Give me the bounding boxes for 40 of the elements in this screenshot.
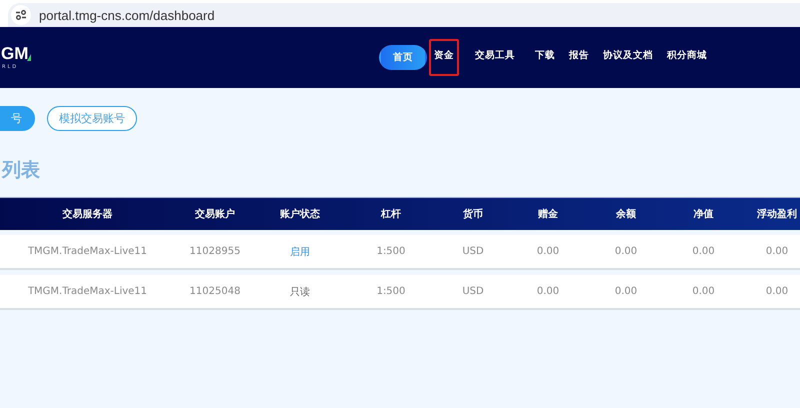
column-header: 货币 xyxy=(462,208,484,221)
table-cell-text: 0.00 xyxy=(614,246,638,257)
section-title: 列表 xyxy=(2,158,41,183)
column-header: 净值 xyxy=(692,208,714,221)
logo-text: GM xyxy=(1,44,28,64)
table-cell-text: 0.00 xyxy=(691,286,716,297)
logo-tick-icon xyxy=(26,54,31,60)
table-cell-text: 1:500 xyxy=(376,286,406,297)
nav-item[interactable]: 报告 xyxy=(564,38,594,76)
table-cell-text: USD xyxy=(461,246,485,257)
table-cell-text: 11025048 xyxy=(188,286,242,297)
table-cell-text: 0.00 xyxy=(764,246,790,257)
url-text: portal.tmg-cns.com/dashboard xyxy=(39,8,215,22)
table-cell-text: USD xyxy=(461,286,485,297)
nav-item[interactable]: 下载 xyxy=(530,38,560,76)
nav-item[interactable]: 交易工具 xyxy=(470,38,520,76)
column-header: 账户状态 xyxy=(279,207,321,221)
column-header: 杠杆 xyxy=(380,208,402,221)
nav-item[interactable]: 积分商城 xyxy=(662,38,712,76)
address-bar[interactable]: portal.tmg-cns.com/dashboard xyxy=(8,3,800,27)
nav-item[interactable]: 资金 xyxy=(429,38,459,76)
status-text: 启用 xyxy=(289,246,311,258)
table-cell-text: 0.00 xyxy=(691,246,716,257)
column-header: 赠金 xyxy=(537,208,559,221)
site-info-icon[interactable] xyxy=(11,5,31,25)
column-header: 交易账户 xyxy=(194,207,236,221)
table-cell-text: TMGM.TradeMax-Live11 xyxy=(26,286,148,297)
table-cell-text: 0.00 xyxy=(764,286,790,297)
table-cell-text: 0.00 xyxy=(536,286,560,297)
status-text: 只读 xyxy=(289,286,311,298)
table-cell-text: 1:500 xyxy=(376,246,406,257)
nav-item[interactable]: 协议及文档 xyxy=(598,38,658,76)
column-header: 余额 xyxy=(615,207,637,221)
column-header: 交易服务器 xyxy=(62,207,114,221)
table-cell-text: 11028955 xyxy=(188,246,242,257)
nav-item[interactable]: 首页 xyxy=(379,44,427,70)
column-header: 浮动盈利 xyxy=(756,208,798,221)
table-cell-text: 0.00 xyxy=(536,246,560,257)
table-cell-text: TMGM.TradeMax-Live11 xyxy=(26,246,148,257)
table-cell-text: 0.00 xyxy=(614,286,638,297)
